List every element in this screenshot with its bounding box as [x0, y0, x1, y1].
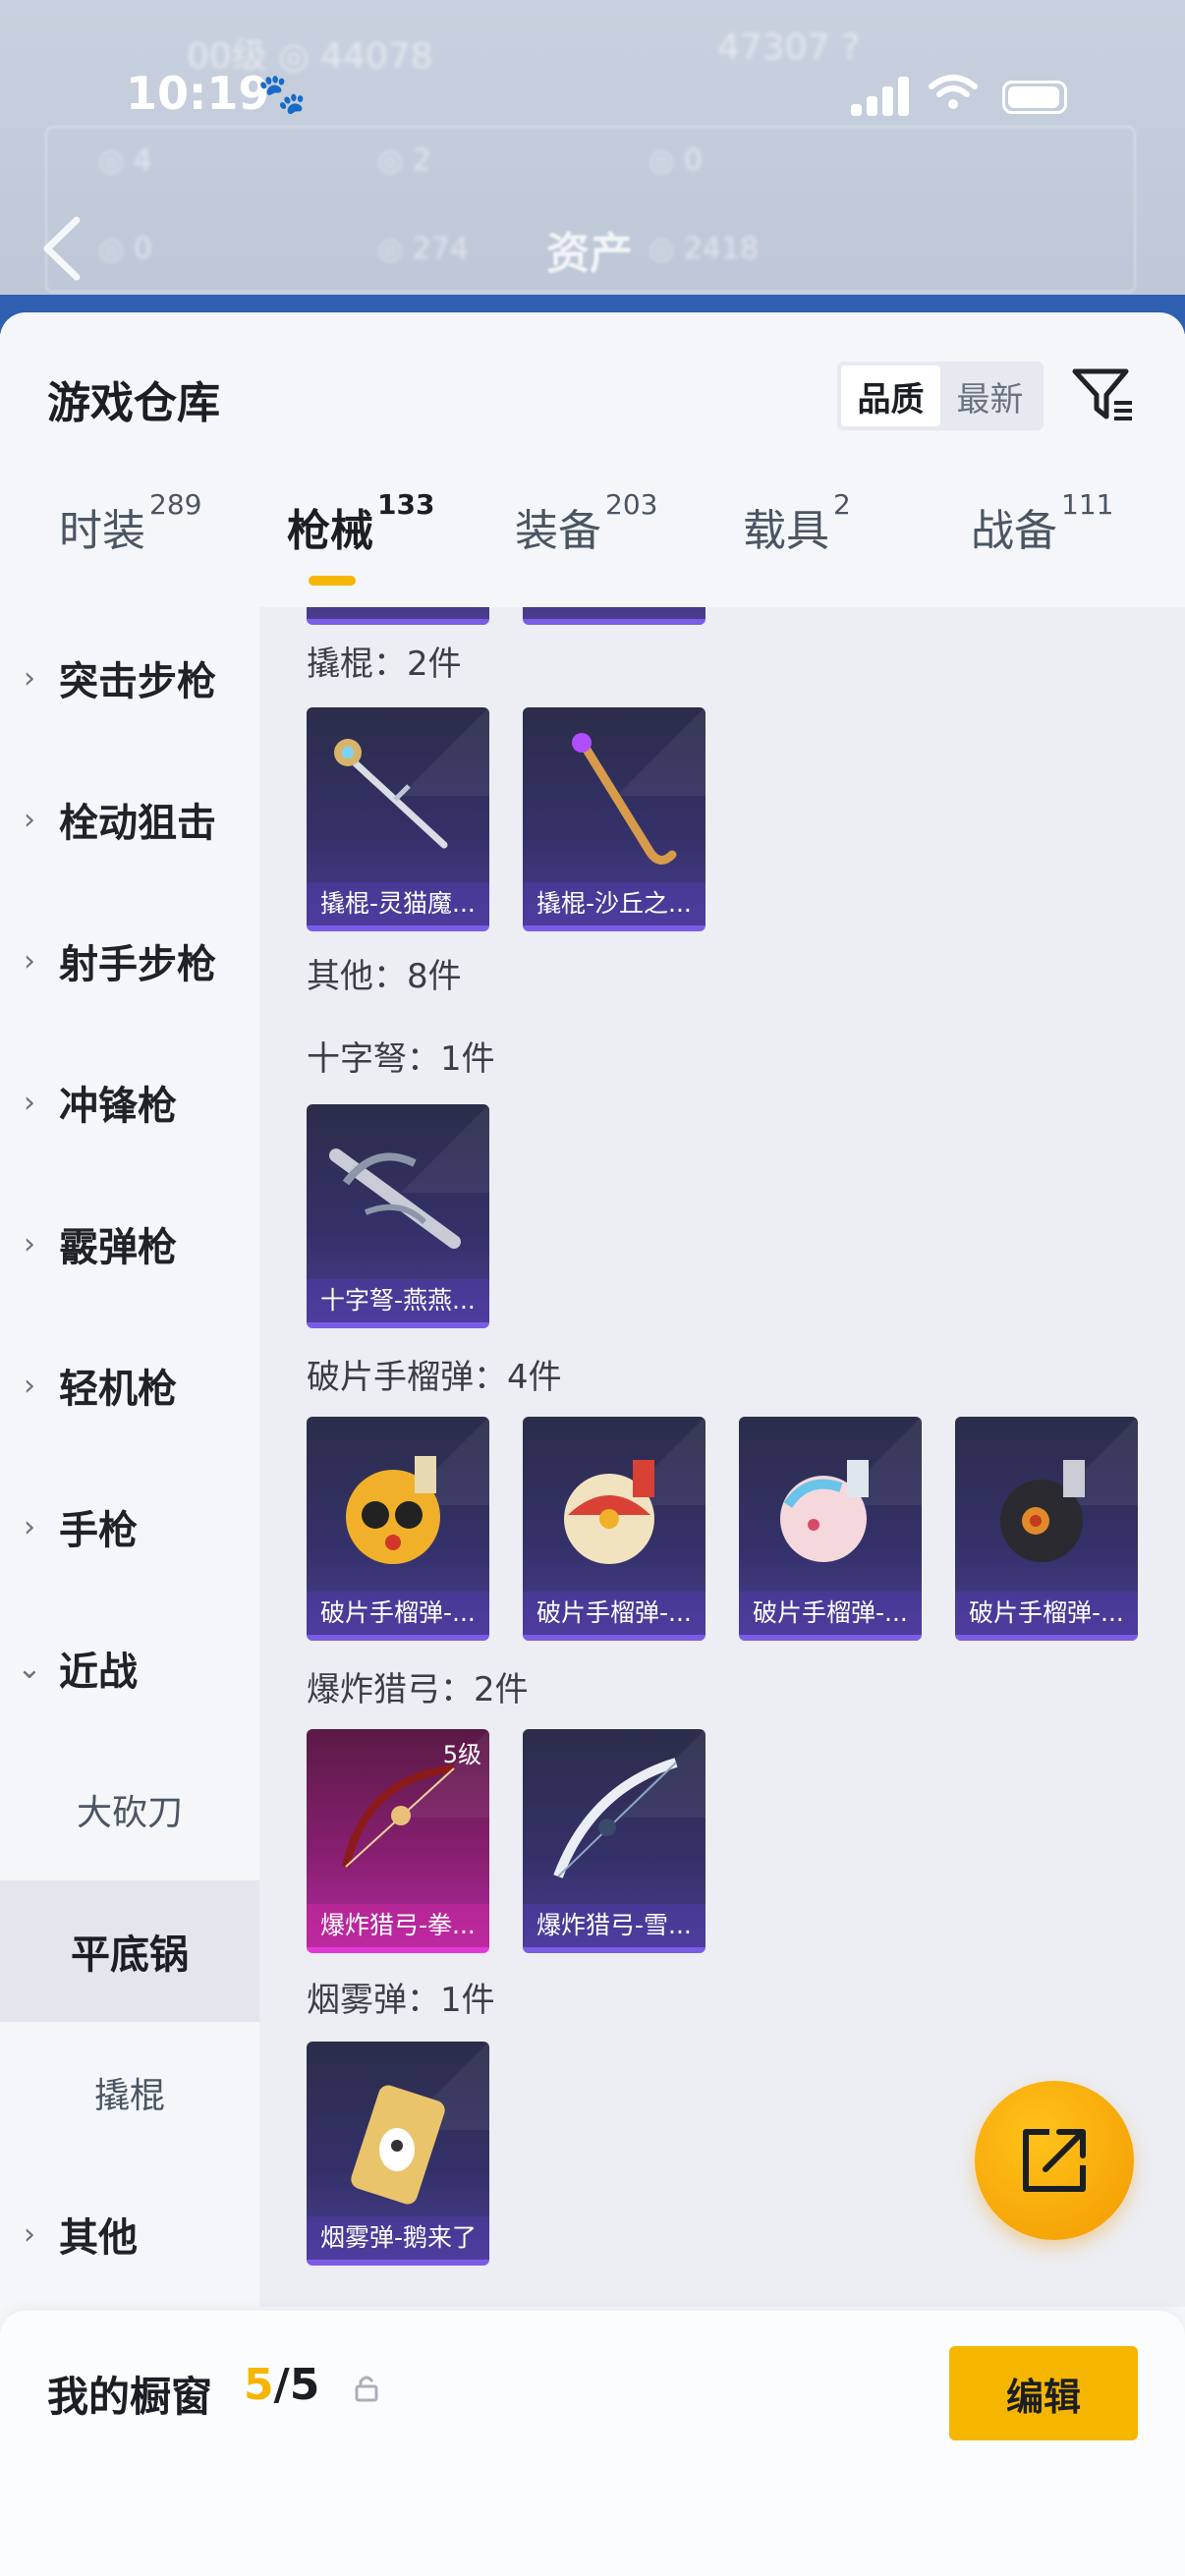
grenade-image	[346, 1456, 440, 1564]
sidebar-item-other[interactable]: › 其他	[0, 2163, 259, 2305]
paw-icon: 🐾	[257, 72, 307, 117]
crossbow-image	[329, 1148, 461, 1249]
item-card[interactable]: 破片手榴弹-...	[307, 1417, 489, 1641]
wifi-icon	[928, 73, 979, 123]
chevron-right-icon: ›	[24, 1085, 35, 1120]
item-card[interactable]: 撬棍-灵猫魔...	[307, 707, 489, 931]
section-title: 烟雾弹：1件	[307, 1981, 495, 2020]
tab-vehicles[interactable]: 载具2	[743, 488, 851, 593]
tab-indicator	[309, 576, 356, 586]
sidebar-item-lmg[interactable]: › 轻机枪	[0, 1315, 259, 1456]
item-card[interactable]: 破片手榴弹-...	[739, 1417, 922, 1641]
chevron-right-icon: ›	[24, 1226, 35, 1261]
bow-image	[553, 1758, 678, 1878]
battery-icon	[1002, 81, 1067, 114]
chevron-right-icon: ›	[24, 1509, 35, 1544]
sidebar-item-marksman-rifle[interactable]: › 射手步枪	[0, 890, 259, 1032]
sidebar-item-crowbar[interactable]: 撬棍	[0, 2022, 259, 2163]
sidebar-item-machete[interactable]: 大砍刀	[0, 1739, 259, 1880]
status-time: 10:19	[126, 67, 270, 120]
sort-toggle: 品质 最新	[837, 362, 1044, 430]
sidebar-item-shotgun[interactable]: › 霰弹枪	[0, 1173, 259, 1315]
section-title: 十字弩：1件	[307, 1039, 495, 1079]
sidebar-item-bolt-sniper[interactable]: › 栓动狙击	[0, 749, 259, 890]
category-tabs: 时装289 枪械133 装备203 载具2 战备111	[0, 488, 1185, 603]
edit-button[interactable]: 编辑	[949, 2346, 1138, 2440]
sidebar-item-smg[interactable]: › 冲锋枪	[0, 1032, 259, 1173]
section-title: 其他：8件	[307, 957, 462, 996]
crowbar-image	[572, 733, 677, 865]
grenade-image	[780, 1460, 869, 1562]
tab-fashion[interactable]: 时装289	[59, 488, 201, 593]
chevron-right-icon: ›	[24, 2216, 35, 2252]
chevron-right-icon: ›	[24, 943, 35, 979]
section-title: 破片手榴弹：4件	[307, 1358, 562, 1397]
item-card[interactable]: 爆炸猎弓-雪...	[523, 1729, 705, 1953]
sheet-title: 游戏仓库	[47, 378, 220, 428]
sidebar-item-assault-rifle[interactable]: › 突击步枪	[0, 607, 259, 749]
sort-quality-button[interactable]: 品质	[841, 365, 940, 426]
filter-icon[interactable]	[1069, 362, 1138, 430]
weapon-category-sidebar: › 突击步枪 › 栓动狙击 › 射手步枪 › 冲锋枪 › 霰弹枪 › 轻机枪 › 手枪 ⌄ 近战…	[0, 607, 259, 2307]
section-title: 爆炸猎弓：2件	[307, 1670, 529, 1709]
chevron-down-icon: ⌄	[17, 1651, 42, 1686]
background-header: 00级 ◎ 44078 47307 ? ◎ 4 ◎ 2 ◎ 0 ◎ 0 ◎ 27…	[0, 0, 1185, 334]
back-arrow-icon[interactable]	[39, 214, 85, 283]
header-title: 资产	[546, 229, 633, 279]
share-icon	[1023, 2129, 1086, 2192]
sidebar-item-frying-pan[interactable]: 平底锅	[0, 1880, 259, 2022]
item-card[interactable]	[523, 607, 705, 625]
chevron-right-icon: ›	[24, 1368, 35, 1403]
tab-firearms[interactable]: 枪械133	[287, 488, 434, 593]
item-level-badge: 5级	[442, 1741, 481, 1768]
smoke-grenade-image	[351, 2085, 445, 2205]
item-card[interactable]: 破片手榴弹-...	[955, 1417, 1138, 1641]
item-card[interactable]: 十字弩-燕燕...	[307, 1104, 489, 1328]
lock-icon	[354, 2374, 379, 2403]
sidebar-item-pistol[interactable]: › 手枪	[0, 1456, 259, 1597]
signal-icon	[851, 77, 910, 116]
item-grid: 撬棍：2件 撬棍-灵猫魔... 撬棍-沙丘之... 其他：8件 十字弩：1件 十…	[259, 607, 1185, 2307]
item-card[interactable]: 撬棍-沙丘之...	[523, 707, 705, 931]
warehouse-sheet: 游戏仓库 品质 最新 时装289 枪械133 装备203 载具2 战备111 ›…	[0, 312, 1185, 2576]
grenade-image	[564, 1460, 654, 1564]
crowbar-image	[334, 739, 448, 849]
sort-latest-button[interactable]: 最新	[940, 365, 1040, 426]
item-card[interactable]: 烟雾弹-鹅来了	[307, 2042, 489, 2266]
sidebar-item-melee[interactable]: ⌄ 近战	[0, 1597, 259, 1739]
item-card[interactable]	[307, 607, 489, 625]
showcase-title: 我的橱窗	[47, 2373, 213, 2421]
item-card[interactable]: 破片手榴弹-...	[523, 1417, 705, 1641]
item-card[interactable]: 5级 爆炸猎弓-拳...	[307, 1729, 489, 1953]
status-bar: 10:19 🐾	[0, 59, 1185, 138]
showcase-bar: 我的橱窗 5/5 编辑	[0, 2311, 1185, 2576]
section-title: 撬棍：2件	[307, 644, 462, 684]
chevron-right-icon: ›	[24, 802, 35, 837]
tab-equipment[interactable]: 装备203	[515, 488, 657, 593]
showcase-count: 5/5	[244, 2360, 320, 2410]
grenade-image	[1000, 1460, 1085, 1562]
tab-tactical[interactable]: 战备111	[971, 488, 1113, 593]
chevron-right-icon: ›	[24, 660, 35, 696]
share-fab[interactable]	[975, 2081, 1134, 2240]
